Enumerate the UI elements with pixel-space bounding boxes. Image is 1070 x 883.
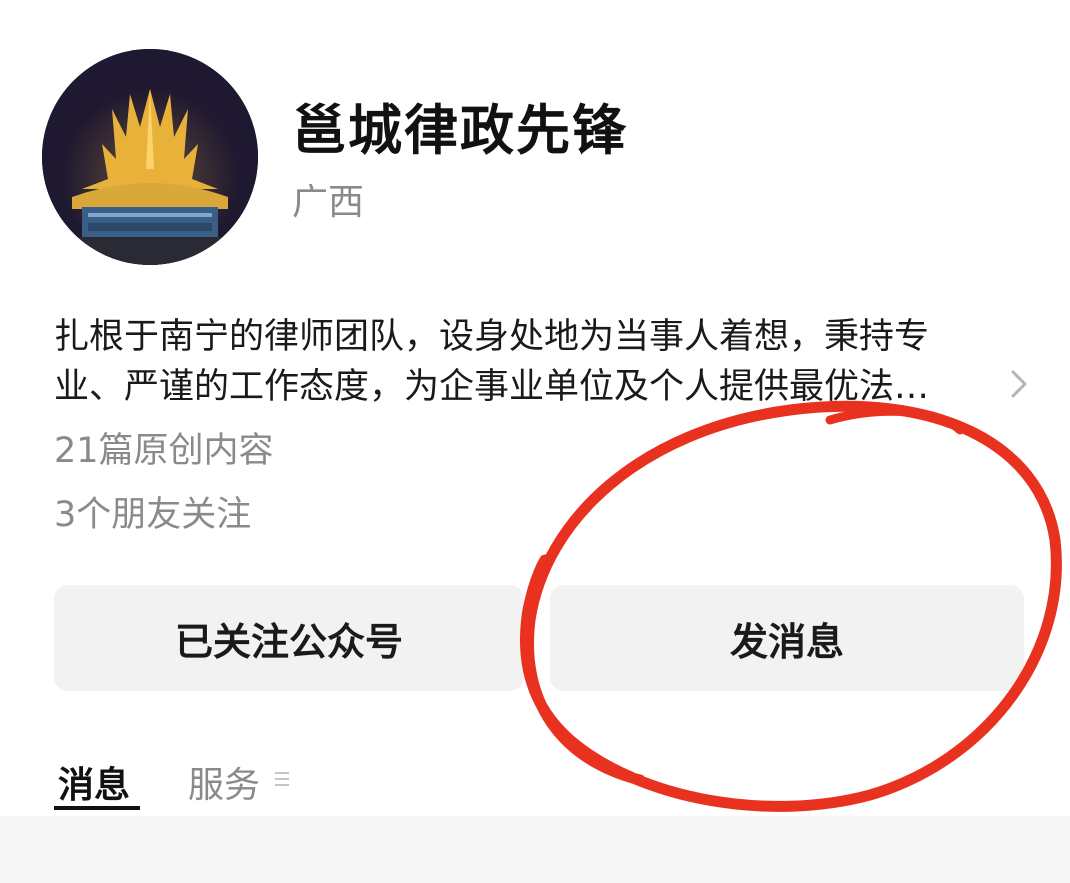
active-tab-indicator [54,806,140,810]
tab-messages[interactable]: 消息 [58,756,130,808]
description-line: 扎根于南宁的律师团队，设身处地为当事人着想，秉持专 [54,317,930,357]
message-list-area [0,816,1070,883]
menu-icon[interactable] [274,770,290,788]
account-name: 邕城律政先锋 [292,99,628,162]
followed-account-button[interactable]: 已关注公众号 [54,585,524,691]
friends-following-count[interactable]: 3个朋友关注 [54,486,251,537]
avatar[interactable] [42,49,258,265]
building-photo-icon [42,49,258,265]
account-region: 广西 [292,182,365,223]
chevron-right-icon[interactable] [1004,366,1034,402]
account-description[interactable]: 扎根于南宁的律师团队，设身处地为当事人着想，秉持专 业、严谨的工作态度，为企事业… [54,312,1009,412]
send-message-button[interactable]: 发消息 [550,585,1024,691]
official-account-profile: 邕城律政先锋 广西 扎根于南宁的律师团队，设身处地为当事人着想，秉持专 业、严谨… [0,0,1070,883]
tab-services[interactable]: 服务 [188,756,260,808]
original-articles-count[interactable]: 21篇原创内容 [54,422,274,473]
description-line: 业、严谨的工作态度，为企事业单位及个人提供最优法… [54,367,930,407]
